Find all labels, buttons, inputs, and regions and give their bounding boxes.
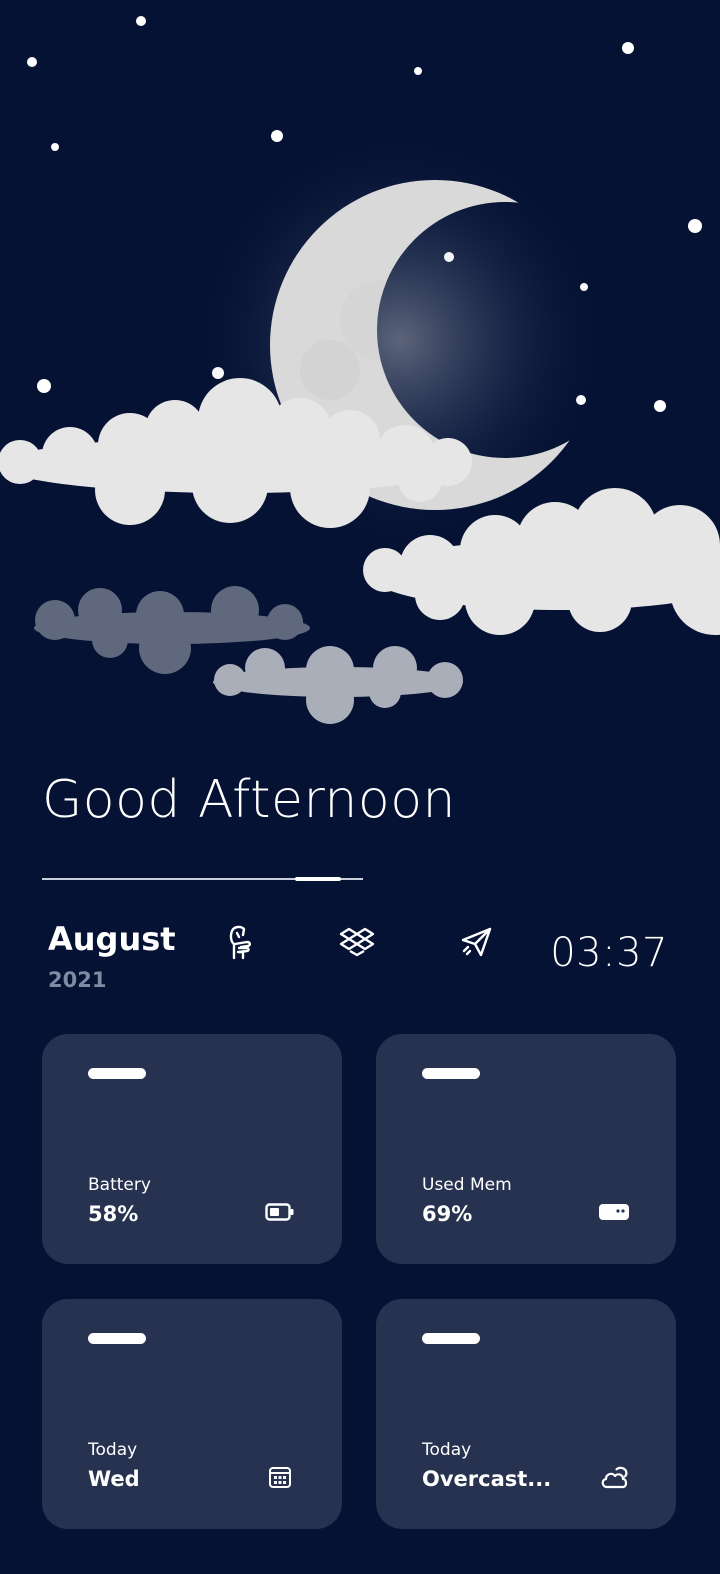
greeting-heading: Good Afternoon: [42, 770, 456, 830]
year-label: 2021: [48, 968, 107, 992]
month-label: August: [48, 920, 176, 958]
clock-time: 03:37: [550, 930, 668, 976]
dropbox-icon[interactable]: [339, 924, 375, 960]
battery-icon: [264, 1198, 296, 1226]
day-card[interactable]: Today Wed: [42, 1299, 342, 1529]
finder-hand-icon[interactable]: [222, 924, 258, 960]
memory-card[interactable]: Used Mem 69%: [376, 1034, 676, 1264]
night-sky-illustration: [0, 16, 720, 724]
send-icon[interactable]: [458, 924, 494, 960]
cloud-grey-light: [213, 646, 463, 724]
card-value: 69%: [422, 1202, 473, 1226]
card-label: Today: [422, 1440, 472, 1460]
card-label: Used Mem: [422, 1175, 512, 1195]
day-progress-indicator: [295, 877, 342, 881]
memory-icon: [598, 1198, 630, 1226]
day-progress-track: [42, 877, 363, 881]
card-value: 58%: [88, 1202, 139, 1226]
weather-cloud-icon: [598, 1463, 630, 1491]
card-value: Overcast...: [422, 1467, 552, 1491]
card-indicator: [422, 1333, 480, 1344]
card-indicator: [88, 1333, 146, 1344]
card-indicator: [88, 1068, 146, 1079]
battery-card[interactable]: Battery 58%: [42, 1034, 342, 1264]
card-label: Today: [88, 1440, 138, 1460]
card-indicator: [422, 1068, 480, 1079]
calendar-icon: [264, 1463, 296, 1491]
card-label: Battery: [88, 1175, 151, 1195]
card-value: Wed: [88, 1467, 140, 1491]
weather-card[interactable]: Today Overcast...: [376, 1299, 676, 1529]
